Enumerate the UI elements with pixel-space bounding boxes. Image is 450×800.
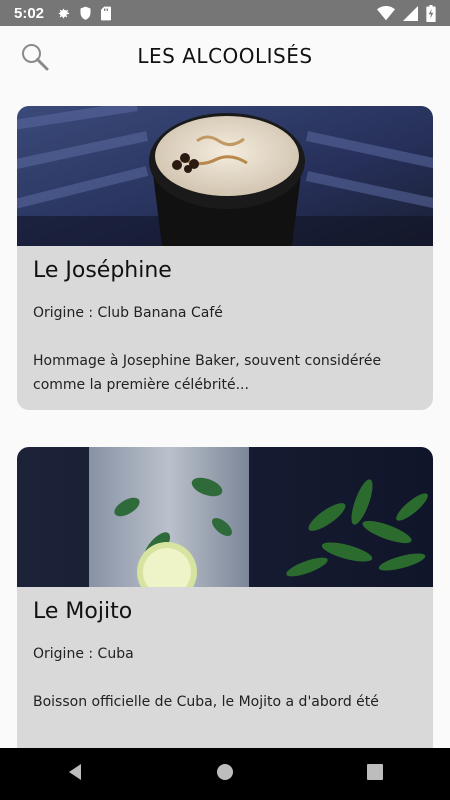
cocktail-list[interactable]: Le Joséphine Origine : Club Banana Café … [0,88,450,748]
signal-icon [403,5,418,21]
shield-icon [79,6,92,21]
app-header: LES ALCOOLISÉS [0,26,450,88]
status-bar: 5:02 [0,0,450,26]
cocktail-title: Le Joséphine [33,258,172,283]
status-time: 5:02 [14,4,45,22]
cocktail-card-mojito[interactable]: Le Mojito Origine : Cuba Boisson officie… [17,447,433,748]
cocktail-title: Le Mojito [33,599,133,624]
back-button[interactable] [45,754,105,794]
battery-icon [426,4,436,22]
cocktail-description: Boisson officielle de Cuba, le Mojito a … [33,694,379,710]
cocktail-image-josephine [17,106,433,246]
home-button[interactable] [195,754,255,794]
wifi-icon [377,5,395,21]
cocktail-card-josephine[interactable]: Le Joséphine Origine : Club Banana Café … [17,106,433,410]
recents-button[interactable] [345,754,405,794]
page-title: LES ALCOOLISÉS [137,44,313,68]
cocktail-origin: Origine : Club Banana Café [33,305,223,321]
back-icon [66,763,84,785]
cocktail-image-mojito [17,447,433,587]
cocktail-description: Hommage à Josephine Baker, souvent consi… [33,353,382,393]
settings-icon [56,6,71,21]
navigation-bar [0,748,450,800]
sd-card-icon [100,6,112,21]
cocktail-origin: Origine : Cuba [33,646,134,662]
home-icon [216,763,234,785]
recents-icon [367,764,383,784]
